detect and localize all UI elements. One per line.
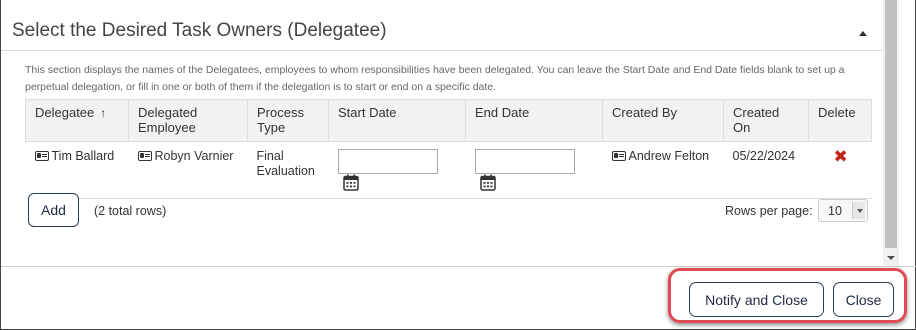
scrollbar-thumb[interactable] — [885, 0, 897, 248]
calendar-icon[interactable] — [342, 174, 359, 191]
chevron-down-icon — [852, 202, 865, 219]
add-button[interactable]: Add — [28, 193, 79, 227]
footer-divider — [1, 266, 916, 267]
delegatee-table: Delegatee ↑ Delegated Employee Process Ty… — [25, 99, 872, 199]
id-card-icon — [137, 151, 152, 161]
close-button[interactable]: Close — [833, 282, 894, 317]
section-description: This section displays the names of the D… — [25, 64, 845, 93]
cell-end-date — [465, 141, 603, 199]
column-header-created-by[interactable]: Created By — [602, 99, 724, 142]
cell-delete: ✖ — [808, 141, 872, 199]
rows-per-page-value: 10 — [828, 204, 842, 218]
id-card-icon — [611, 151, 626, 161]
column-header-delegatee[interactable]: Delegatee ↑ — [25, 99, 129, 142]
created-by-name: Andrew Felton — [628, 149, 710, 163]
delete-x-icon[interactable]: ✖ — [834, 148, 848, 165]
rows-per-page-select[interactable]: 10 — [818, 199, 868, 222]
cell-delegatee: Tim Ballard — [25, 141, 129, 199]
column-header-delegated-employee[interactable]: Delegated Employee — [128, 99, 248, 142]
column-header-delete: Delete — [808, 99, 872, 142]
end-date-input[interactable] — [474, 149, 575, 174]
cell-created-by: Andrew Felton — [602, 141, 724, 199]
scroll-down-arrow-icon[interactable] — [887, 256, 895, 260]
column-header-process-type[interactable]: Process Type — [247, 99, 329, 142]
collapse-section-chevron-up-icon[interactable] — [859, 31, 867, 36]
sort-ascending-icon: ↑ — [100, 106, 107, 120]
calendar-icon[interactable] — [479, 174, 496, 191]
cell-delegated-employee: Robyn Varnier — [128, 141, 248, 199]
column-header-start-date[interactable]: Start Date — [328, 99, 466, 142]
rows-per-page-label: Rows per page: — [725, 204, 813, 218]
total-rows-count: (2 total rows) — [94, 204, 167, 218]
column-header-created-on[interactable]: Created On — [723, 99, 809, 142]
vertical-scrollbar[interactable] — [883, 0, 899, 266]
column-header-label: Delegatee — [35, 105, 95, 120]
cell-start-date — [328, 141, 466, 199]
section-title: Select the Desired Task Owners (Delegate… — [12, 20, 387, 41]
dialog-frame: Select the Desired Task Owners (Delegate… — [0, 0, 916, 330]
cell-created-on: 05/22/2024 — [723, 141, 809, 199]
table-header-row: Delegatee ↑ Delegated Employee Process Ty… — [25, 99, 872, 142]
delegatee-name: Tim Ballard — [51, 149, 115, 163]
cell-process-type: Final Evaluation — [247, 141, 329, 199]
table-row: Tim Ballard Robyn Varnier Final Evaluati… — [25, 141, 872, 199]
dialog-content: Select the Desired Task Owners (Delegate… — [1, 0, 883, 262]
delegated-employee-name: Robyn Varnier — [154, 149, 234, 163]
title-divider — [1, 50, 883, 51]
notify-and-close-button[interactable]: Notify and Close — [689, 282, 824, 317]
id-card-icon — [34, 151, 49, 161]
column-header-end-date[interactable]: End Date — [465, 99, 603, 142]
start-date-input[interactable] — [337, 149, 438, 174]
